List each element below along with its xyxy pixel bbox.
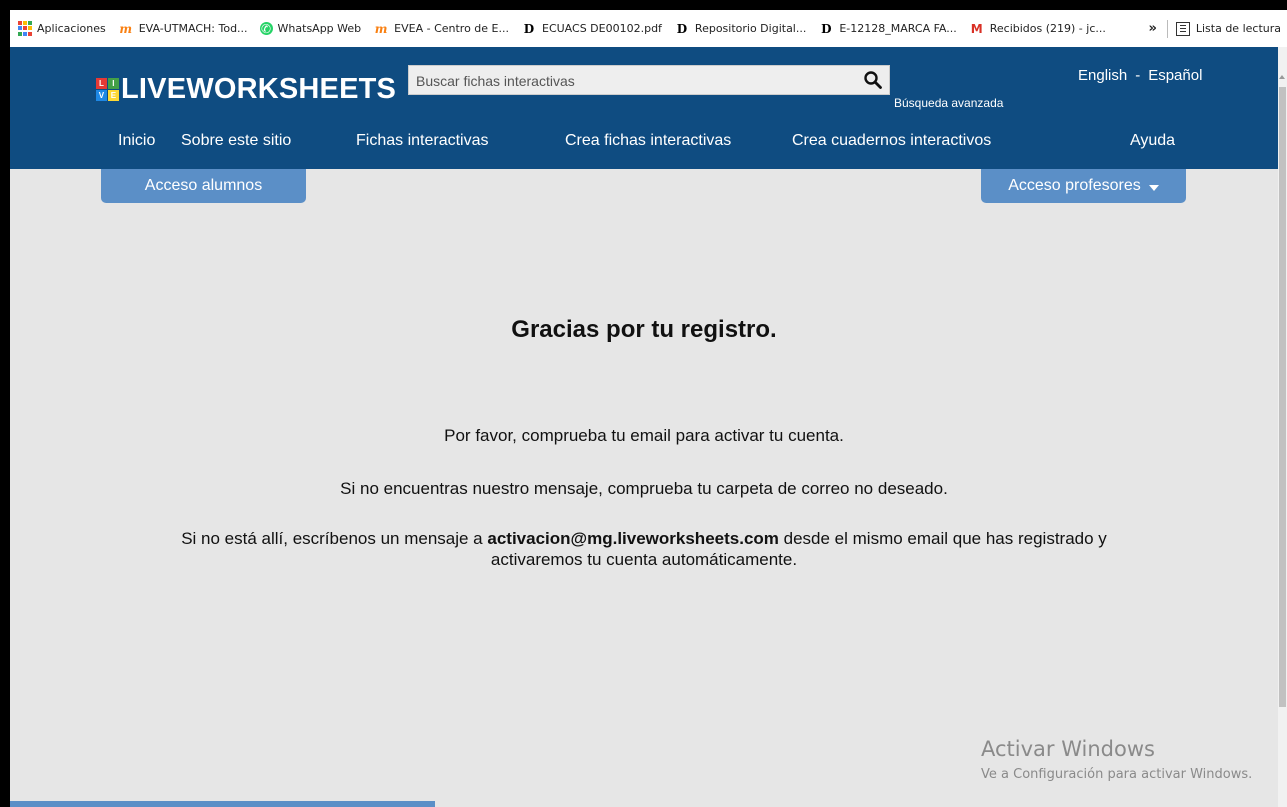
page-title: Gracias por tu registro. (511, 316, 777, 343)
caret-down-icon (1148, 184, 1159, 191)
lang-english-link[interactable]: English (1078, 67, 1127, 84)
bookmark-repositorio[interactable]: D Repositorio Digital... (674, 21, 807, 37)
dspace-icon: D (821, 21, 832, 36)
bookmark-label: ECUACS DE00102.pdf (542, 22, 662, 35)
scrollbar-thumb[interactable] (1279, 87, 1286, 707)
whatsapp-icon: ✆ (259, 21, 273, 36)
divider (1166, 19, 1168, 38)
activation-email: activacion@mg.liveworksheets.com (487, 529, 779, 548)
nav-sobre-este-sitio[interactable]: Sobre este sitio (181, 132, 291, 150)
bookmark-gmail[interactable]: M Recibidos (219) - jc... (969, 21, 1106, 37)
bookmark-label: Recibidos (219) - jc... (989, 22, 1106, 35)
bookmark-e12128[interactable]: D E-12128_MARCA FA... (818, 21, 957, 37)
vertical-scrollbar[interactable] (1278, 47, 1287, 807)
moodle-icon: m (119, 21, 133, 36)
watermark-subtitle: Ve a Configuración para activar Windows. (981, 767, 1253, 782)
bookmark-label: EVA-UTMACH: Tod... (138, 22, 248, 35)
message-contact-line2: activaremos tu cuenta automáticamente. (490, 550, 798, 569)
bookmark-eva-utmach[interactable]: m EVA-UTMACH: Tod... (118, 21, 248, 37)
dspace-icon: D (676, 21, 688, 36)
nav-fichas-interactivas[interactable]: Fichas interactivas (356, 132, 489, 150)
message-contact: Si no está allí, escríbenos un mensaje a… (10, 528, 1278, 570)
advanced-search-link[interactable]: Búsqueda avanzada (894, 96, 1003, 110)
site-header: L I V E LIVEWORKSHEETS Búsqueda avanzada… (10, 47, 1278, 169)
search-input[interactable] (414, 66, 858, 96)
reading-list-button[interactable]: Lista de lectura (1196, 22, 1281, 35)
bookmark-label: WhatsApp Web (277, 22, 362, 35)
more-bookmarks-button[interactable]: » (1148, 21, 1156, 36)
logo-mark-icon: L I V E (96, 78, 119, 101)
bookmark-aplicaciones[interactable]: Aplicaciones (18, 20, 106, 37)
apps-grid-icon (18, 20, 32, 37)
bookmark-label: EVEA - Centro de E... (394, 22, 509, 35)
bookmark-label: E-12128_MARCA FA... (839, 22, 957, 35)
site-logo[interactable]: L I V E LIVEWORKSHEETS (96, 73, 396, 106)
bookmark-evea[interactable]: m EVEA - Centro de E... (373, 21, 509, 37)
bottom-strip (10, 801, 435, 807)
lang-spanish-link[interactable]: Español (1148, 67, 1202, 84)
bookmarks-right: » Lista de lectura (1148, 10, 1281, 47)
bookmark-whatsapp[interactable]: ✆ WhatsApp Web (259, 21, 362, 36)
dspace-icon: D (523, 21, 535, 36)
bookmark-label: Aplicaciones (37, 22, 106, 35)
scroll-up-arrow-icon[interactable] (1279, 75, 1285, 79)
reading-list-icon (1175, 21, 1190, 36)
nav-crea-cuadernos[interactable]: Crea cuadernos interactivos (792, 132, 991, 150)
message-contact-pre: Si no está allí, escríbenos un mensaje a (181, 529, 488, 548)
gmail-icon: M (970, 21, 983, 36)
moodle-icon: m (374, 21, 388, 36)
message-contact-post: desde el mismo email que has registrado … (778, 529, 1107, 548)
bookmark-ecuacs[interactable]: D ECUACS DE00102.pdf (521, 21, 662, 37)
browser-viewport: Aplicaciones m EVA-UTMACH: Tod... ✆ What… (10, 10, 1287, 807)
bookmark-label: Repositorio Digital... (694, 22, 807, 35)
message-spam-folder: Si no encuentras nuestro mensaje, compru… (340, 479, 948, 498)
main-nav: Inicio Sobre este sitio Fichas interacti… (10, 132, 1278, 162)
nav-ayuda[interactable]: Ayuda (1130, 132, 1175, 150)
message-check-email: Por favor, comprueba tu email para activ… (444, 426, 844, 445)
logo-text: LIVEWORKSHEETS (121, 73, 397, 105)
watermark-title: Activar Windows (981, 737, 1155, 761)
student-access-button[interactable]: Acceso alumnos (101, 169, 306, 203)
nav-inicio[interactable]: Inicio (118, 132, 155, 150)
lang-separator: - (1135, 67, 1141, 84)
teacher-access-button[interactable]: Acceso profesores (981, 169, 1186, 203)
teacher-access-label: Acceso profesores (1008, 177, 1141, 194)
language-switcher: English - Español (1074, 67, 1206, 84)
student-access-label: Acceso alumnos (144, 177, 263, 194)
nav-crea-fichas[interactable]: Crea fichas interactivas (565, 132, 731, 150)
search-box (408, 65, 890, 96)
windows-activation-watermark: Activar Windows Ve a Configuración para … (981, 737, 1252, 782)
bookmarks-bar: Aplicaciones m EVA-UTMACH: Tod... ✆ What… (10, 10, 1287, 47)
search-icon[interactable] (863, 70, 883, 90)
